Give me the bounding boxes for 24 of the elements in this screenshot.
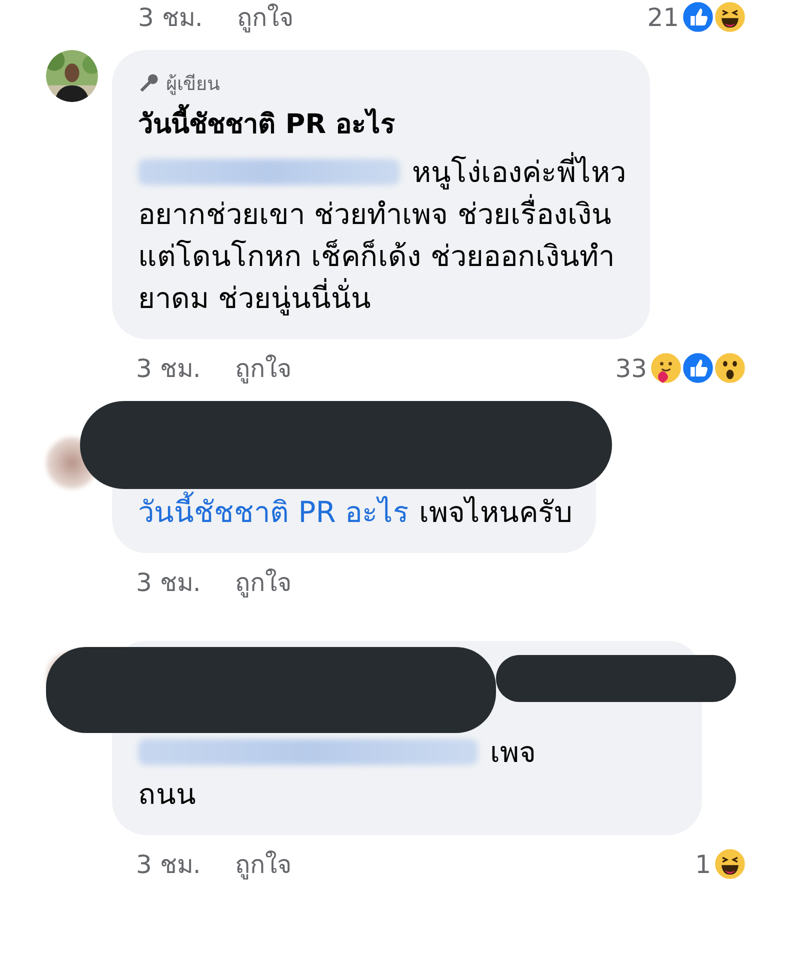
comment-time[interactable]: 3 ชม.	[136, 348, 201, 388]
author-label: ผู้เขียน	[166, 72, 220, 97]
comment-text: แต่โดนโกหก เช็คก็เด้ง ช่วยออกเงินทำ	[138, 238, 614, 275]
comment-text: อยากช่วยเขา ช่วยทำเพจ ช่วยเรื่องเงิน	[138, 193, 612, 235]
reaction-count[interactable]: 1	[695, 850, 711, 878]
reaction-count[interactable]: 21	[647, 2, 679, 32]
comment-time[interactable]: 3 ชม.	[138, 0, 203, 37]
like-link[interactable]: ถูกใจ	[234, 844, 292, 884]
like-link[interactable]: ถูกใจ	[236, 0, 294, 37]
comment-time[interactable]: 3 ชม.	[136, 844, 201, 884]
like-link[interactable]: ถูกใจ	[234, 562, 292, 602]
comment-text: ยาดม ช่วยนู่นนี่นั่น	[138, 277, 372, 319]
mention-link[interactable]: วันนี้ชัชชาติ PR อะไร	[138, 491, 410, 533]
comment-text: ถนน	[138, 776, 196, 813]
like-link[interactable]: ถูกใจ	[234, 348, 292, 388]
microphone-icon	[138, 72, 160, 94]
comment-text: เพจไหนครับ	[419, 494, 572, 531]
comment-time[interactable]: 3 ชม.	[136, 562, 201, 602]
reaction-count[interactable]: 33	[615, 354, 647, 382]
comment-text: เพจ	[490, 734, 536, 771]
comment-text: หนูโง่เองค่ะพี่ไหว	[412, 151, 626, 193]
blurred-name[interactable]	[138, 159, 400, 185]
author-name[interactable]: วันนี้ชัชชาติ PR อะไร	[138, 102, 626, 145]
blurred-name[interactable]	[138, 739, 478, 765]
